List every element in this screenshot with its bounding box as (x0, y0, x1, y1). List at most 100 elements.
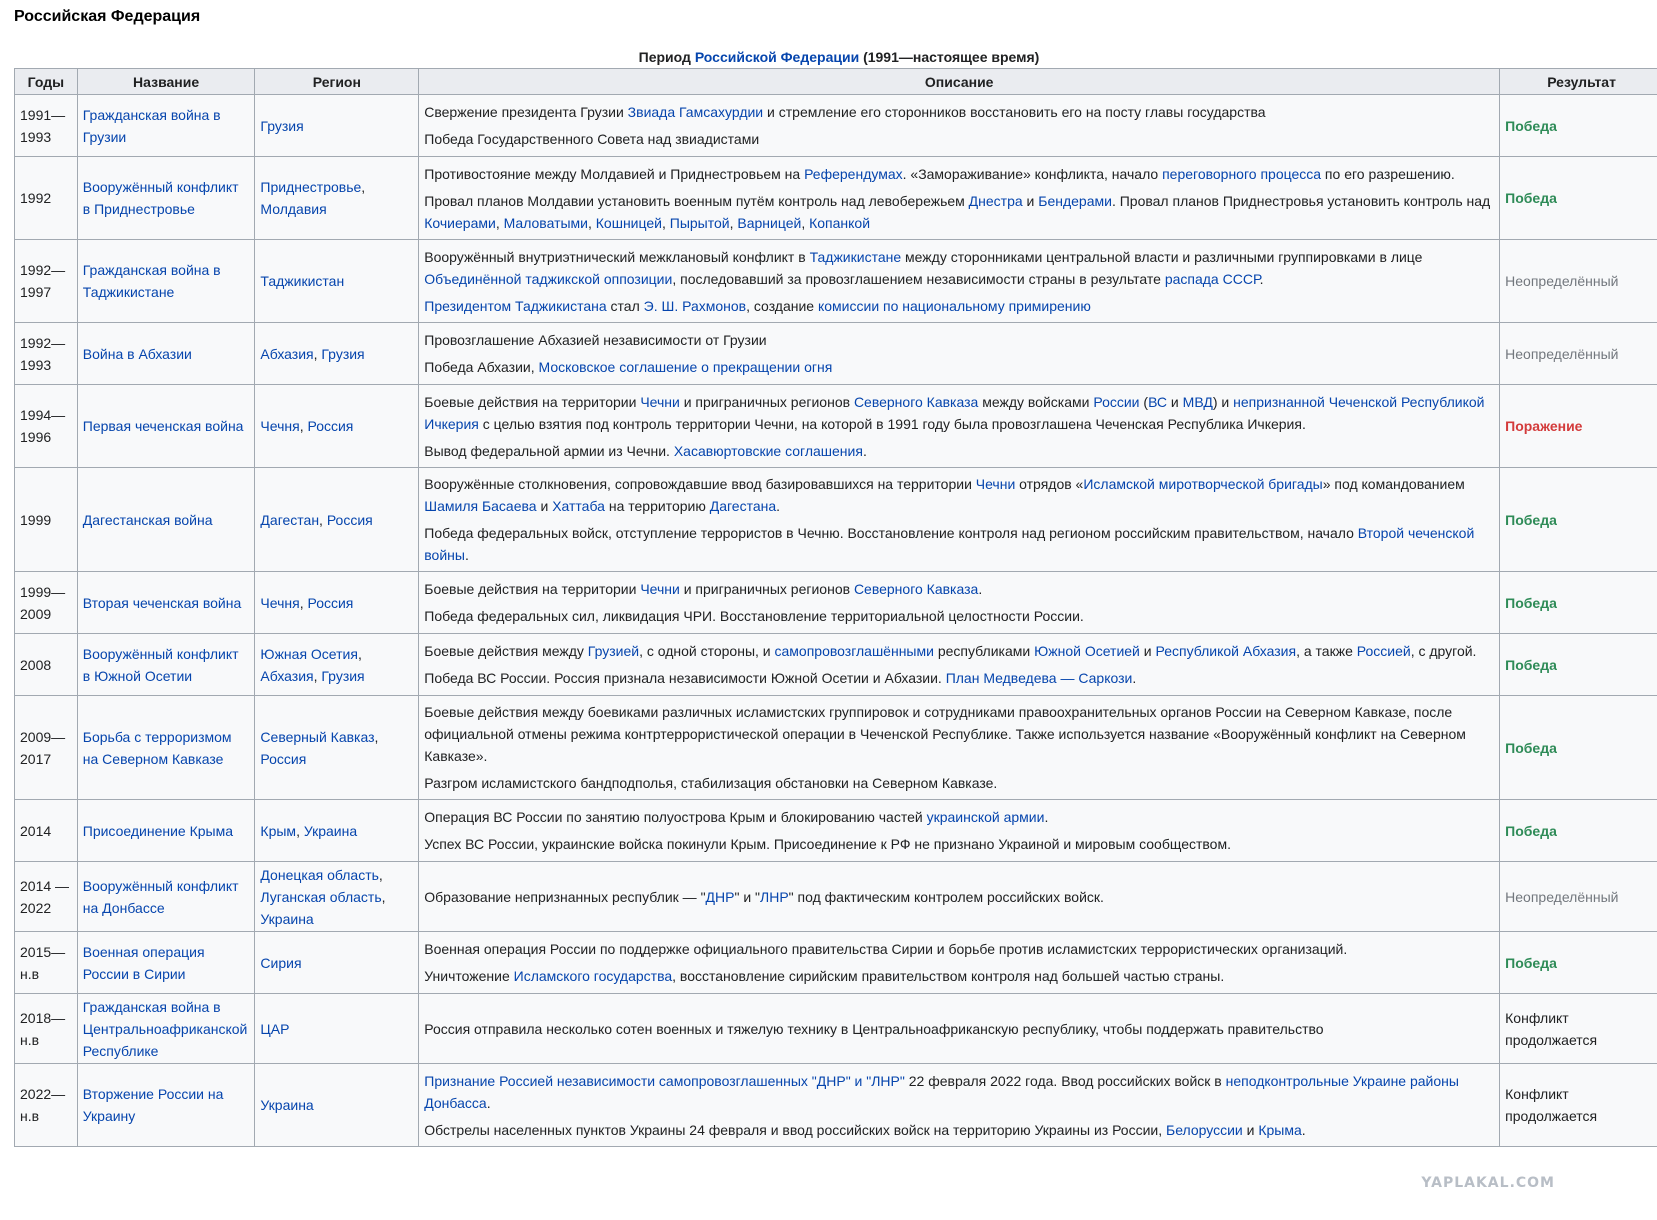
conflict-link[interactable]: Дагестанская война (83, 512, 213, 528)
region-link[interactable]: Украина (260, 911, 313, 927)
description-link[interactable]: МВД (1183, 394, 1213, 410)
conflict-link[interactable]: Война в Абхазии (83, 346, 192, 362)
description-link[interactable]: Таджикистане (810, 249, 902, 265)
cell-years: 2009— 2017 (14, 695, 78, 800)
region-link[interactable]: Луганская область (260, 889, 381, 905)
description-link[interactable]: ЛНР (760, 889, 789, 905)
region-link[interactable]: Северный Кавказ (260, 729, 374, 745)
conflict-link[interactable]: Борьба с терроризмом на Северном Кавказе (83, 729, 232, 767)
description-link[interactable]: Исламской миротворческой бригады (1083, 476, 1322, 492)
description-link[interactable]: Кочиерами (424, 215, 496, 231)
conflict-link[interactable]: Вооружённый конфликт в Южной Осетии (83, 646, 239, 684)
description-link[interactable]: самопровозглашёнными (775, 643, 934, 659)
conflict-link[interactable]: Вооружённый конфликт в Приднестровье (83, 179, 239, 217)
description-link[interactable]: Чечни (976, 476, 1016, 492)
cell-result: Победа (1499, 799, 1657, 862)
description-link[interactable]: распада СССР (1165, 271, 1260, 287)
region-link[interactable]: Украина (304, 823, 357, 839)
region-link[interactable]: Грузия (260, 118, 303, 134)
description-link[interactable]: Варницей (737, 215, 801, 231)
conflict-link[interactable]: Военная операция России в Сирии (83, 944, 205, 982)
region-link[interactable]: Грузия (321, 668, 364, 684)
description-link[interactable]: Крыма (1258, 1122, 1301, 1138)
description-link[interactable]: ВС (1148, 394, 1167, 410)
region-link[interactable]: Таджикистан (260, 273, 344, 289)
description-link[interactable]: Э. Ш. Рахмонов (644, 298, 746, 314)
region-link[interactable]: Россия (260, 751, 306, 767)
description-link[interactable]: Маловатыми (504, 215, 588, 231)
description-link[interactable]: Московское соглашение о прекращении огня (539, 359, 833, 375)
description-link[interactable]: Хасавюртовские соглашения (674, 443, 863, 459)
region-link[interactable]: Дагестан (260, 512, 319, 528)
description-link[interactable]: Президентом Таджикистана (424, 298, 606, 314)
header-name[interactable]: Название (76, 68, 256, 95)
conflict-link[interactable]: Вооружённый конфликт на Донбассе (83, 878, 239, 916)
description-paragraph: Успех ВС России, украинские войска покин… (424, 833, 1494, 855)
description-link[interactable]: Признание Россией независимости самопров… (424, 1073, 905, 1089)
header-description[interactable]: Описание (418, 68, 1501, 95)
description-link[interactable]: Шамиля Басаева (424, 498, 536, 514)
region-link[interactable]: Чечня (260, 595, 299, 611)
conflict-link[interactable]: Гражданская война в Таджикистане (83, 262, 221, 300)
description-link[interactable]: ДНР (706, 889, 735, 905)
region-link[interactable]: Украина (260, 1097, 313, 1113)
cell-result: Победа (1499, 156, 1657, 240)
conflict-link[interactable]: Гражданская война в Грузии (83, 107, 221, 145)
description-link[interactable]: России (1093, 394, 1139, 410)
description-link[interactable]: Республикой Абхазия (1155, 643, 1296, 659)
description-text: , создание (746, 297, 818, 314)
region-link[interactable]: Донецкая область (260, 867, 379, 883)
header-years[interactable]: Годы (14, 68, 78, 95)
conflict-link[interactable]: Присоединение Крыма (83, 823, 233, 839)
cell-region: ЦАР (254, 993, 420, 1064)
description-link[interactable]: Чечни (640, 581, 680, 597)
table-row: 2015— н.в Военная операция России в Сирии… (14, 931, 1657, 994)
region-link[interactable]: Чечня (260, 418, 299, 434)
region-link[interactable]: Приднестровье (260, 179, 361, 195)
region-link[interactable]: Россия (307, 595, 353, 611)
conflict-link[interactable]: Гражданская война в Центральноафриканско… (83, 999, 248, 1059)
conflict-link[interactable]: Вторая чеченская война (83, 595, 241, 611)
description-link[interactable]: Хаттаба (552, 498, 605, 514)
description-link[interactable]: Россией (1357, 643, 1411, 659)
description-link[interactable]: Бендерами (1038, 193, 1112, 209)
region-link[interactable]: Абхазия (260, 346, 313, 362)
description-link[interactable]: Днестра (969, 193, 1023, 209)
region-link[interactable]: Сирия (260, 955, 301, 971)
description-link[interactable]: Южной Осетией (1034, 643, 1140, 659)
description-link[interactable]: Копанкой (809, 215, 870, 231)
region-link[interactable]: Молдавия (260, 201, 326, 217)
description-link[interactable]: Объединённой таджикской оппозиции (424, 271, 672, 287)
description-link[interactable]: Референдумах (804, 166, 903, 182)
header-result[interactable]: Результат (1499, 68, 1657, 95)
description-link[interactable]: План Медведева — Саркози (946, 670, 1133, 686)
description-link[interactable]: украинской армии (927, 809, 1045, 825)
conflict-link[interactable]: Первая чеченская война (83, 418, 244, 434)
description-link[interactable]: Белоруссии (1166, 1122, 1243, 1138)
region-link[interactable]: Россия (307, 418, 353, 434)
header-region[interactable]: Регион (254, 68, 420, 95)
description-link[interactable]: Кошницей (596, 215, 662, 231)
description-link[interactable]: Исламского государства (514, 968, 673, 984)
description-link[interactable]: Дагестана (710, 498, 776, 514)
region-link[interactable]: ЦАР (260, 1021, 289, 1037)
region-link[interactable]: Абхазия (260, 668, 313, 684)
table-row: 2008 Вооружённый конфликт в Южной Осетии Ю… (14, 633, 1657, 696)
region-link[interactable]: Южная Осетия (260, 646, 358, 662)
description-paragraph: Вооружённые столкновения, сопровождавшие… (424, 473, 1494, 517)
description-link[interactable]: Северного Кавказа (854, 581, 978, 597)
region-link[interactable]: Россия (327, 512, 373, 528)
description-link[interactable]: Грузией (588, 643, 639, 659)
description-text: Боевые действия между боевиками различны… (424, 704, 1466, 764)
description-link[interactable]: переговорного процесса (1162, 166, 1321, 182)
description-link[interactable]: комиссии по национальному примирению (818, 298, 1091, 314)
description-link[interactable]: Северного Кавказа (854, 394, 978, 410)
caption-link[interactable]: Российской Федерации (695, 49, 859, 65)
description-link[interactable]: Звиада Гамсахурдии (628, 104, 763, 120)
conflict-link[interactable]: Вторжение России на Украину (83, 1086, 224, 1124)
region-link[interactable]: Крым (260, 823, 296, 839)
region-link[interactable]: Грузия (321, 346, 364, 362)
description-link[interactable]: Чечни (640, 394, 680, 410)
description-link[interactable]: Пырытой (670, 215, 730, 231)
cell-result: Неопределённый (1499, 239, 1657, 323)
